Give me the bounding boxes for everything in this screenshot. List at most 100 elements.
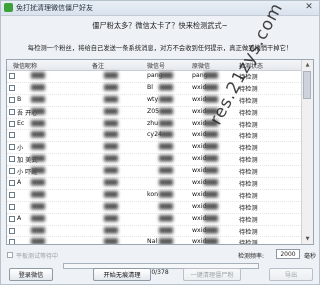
blurred-text: ▇▇▇ [204, 179, 219, 187]
table-row[interactable]: ▇▇▇ ▇▇▇ ▇▇▇ wxid ▇▇▇ 待检测 [7, 202, 303, 214]
row-checkbox[interactable] [9, 191, 15, 198]
row-checkbox[interactable] [9, 120, 15, 127]
blurred-text: ▇▇▇ [104, 131, 119, 139]
row-checkbox[interactable] [9, 108, 15, 115]
blurred-text: ▇▇▇ [104, 190, 119, 198]
frequency-label: 检测频率: [238, 253, 265, 260]
blurred-text: ▇▇▇ [159, 72, 174, 79]
row-checkbox[interactable] [9, 168, 15, 175]
cell-wxid: wty [147, 95, 159, 103]
blurred-text: ▇▇▇ [31, 72, 46, 79]
cell-nick: A [17, 214, 22, 222]
export-button[interactable]: 导出 [269, 268, 313, 281]
table-row[interactable]: 小 吓醒 ▇▇▇ ▇▇▇ ▇▇▇ wxid ▇▇▇ 待检测 [7, 166, 303, 179]
blurred-text: ▇▇▇ [104, 179, 119, 187]
table-row[interactable]: 小 ▇▇▇ ▇▇▇ ▇▇▇ wxid ▇▇▇ 待检测 [7, 142, 303, 155]
status-row: 平板测试等待中 检测频率: 2000 毫秒 [6, 249, 316, 261]
blurred-text: ▇▇▇ [31, 226, 46, 234]
row-checkbox[interactable] [9, 73, 15, 79]
row-checkbox[interactable] [9, 180, 15, 187]
table-row[interactable]: A ▇▇▇ ▇▇▇ ▇▇▇ wxid ▇▇▇ 待检测 [7, 214, 303, 226]
vertical-scrollbar[interactable]: ▲ ▼ [301, 60, 313, 244]
blurred-text: ▇▇▇ [204, 131, 219, 139]
scroll-down-icon[interactable]: ▼ [302, 234, 313, 244]
table-row[interactable]: ▇▇▇ ▇▇▇ ▇▇▇ wxid ▇▇▇ 待检测 [7, 226, 303, 238]
blurred-text: ▇▇▇ [104, 72, 119, 79]
delete-all-button[interactable]: 一键清理僵尸粉 [183, 268, 241, 281]
blurred-text: ▇▇▇ [31, 107, 46, 115]
table-row[interactable]: 吾 开心 ▇▇▇ ▇▇▇ Z05 ▇▇▇ wxid ▇▇▇ 待检测 [7, 107, 303, 119]
column-header-original-id[interactable]: 原微信 [192, 61, 210, 70]
blurred-text: ▇▇▇ [159, 190, 174, 198]
blurred-text: ▇▇▇ [104, 143, 119, 151]
blurred-text: ▇▇▇ [159, 107, 174, 115]
table-row[interactable]: ▇▇▇ ▇▇▇ cy24 ▇▇▇ wxid ▇▇▇ 待检测 [7, 130, 303, 143]
row-checkbox[interactable] [9, 227, 15, 234]
blurred-text: ▇▇▇ [31, 119, 46, 127]
scroll-up-icon[interactable]: ▲ [302, 60, 313, 70]
cell-wxid: Nal [147, 238, 158, 245]
cell-status: 待检测 [239, 145, 258, 153]
blurred-text: ▇▇▇ [31, 155, 46, 163]
row-checkbox[interactable] [9, 215, 15, 222]
table-row[interactable]: Ec ▇▇▇ ▇▇▇ zhu ▇▇▇ wxid ▇▇▇ 待检测 [7, 119, 303, 131]
cell-wxid: Bl [147, 83, 153, 91]
blurred-text: ▇▇▇ [204, 226, 219, 234]
table-row[interactable]: B ▇▇▇ ▇▇▇ wty ▇▇▇ wxid ▇▇▇ 待检测 [7, 95, 303, 107]
blurred-text: ▇▇▇ [159, 143, 174, 151]
login-button[interactable]: 登录微信 [9, 268, 53, 281]
cell-status: 待检测 [239, 121, 258, 129]
row-checkbox[interactable] [9, 203, 15, 210]
blurred-text: ▇▇▇ [31, 214, 46, 222]
blurred-text: ▇▇▇ [31, 83, 46, 91]
blurred-text: ▇▇▇ [104, 83, 119, 91]
blurred-text: ▇▇▇ [204, 238, 219, 245]
blurred-text: ▇▇▇ [104, 167, 119, 175]
table-row[interactable]: ▇▇▇ ▇▇▇ pang ▇▇▇ pang ▇▇▇ 待检测 [7, 71, 303, 83]
close-icon[interactable]: ✕ [303, 2, 315, 13]
start-clean-button[interactable]: 开始无痕清理 [93, 268, 151, 281]
table-row[interactable]: ▇▇▇ ▇▇▇ Bl ▇▇▇ wxid ▇▇▇ 待检测 [7, 83, 303, 95]
blurred-text: ▇▇▇ [31, 131, 46, 139]
table-row[interactable]: A ▇▇▇ ▇▇▇ ▇▇▇ wxid ▇▇▇ 待检测 [7, 178, 303, 190]
frequency-input[interactable]: 2000 [276, 249, 300, 259]
row-checkbox[interactable] [9, 239, 15, 244]
row-checkbox[interactable] [9, 84, 15, 91]
row-checkbox[interactable] [9, 96, 15, 103]
cell-status: 待检测 [239, 204, 258, 212]
blurred-text: ▇▇▇ [204, 155, 219, 163]
table-body: ▇▇▇ ▇▇▇ pang ▇▇▇ pang ▇▇▇ 待检测 ▇▇▇ ▇▇▇ Bl ▇▇▇ wxid ▇▇… [7, 71, 303, 245]
cell-status: 待检测 [239, 228, 258, 236]
cell-status: 待检测 [239, 109, 258, 117]
cell-nick: B [17, 95, 22, 103]
column-header-wechat-id[interactable]: 微信号 [147, 61, 165, 70]
blurred-text: ▇▇▇ [104, 107, 119, 115]
blurred-text: ▇▇▇ [204, 202, 219, 210]
cell-nick: 小 [17, 145, 24, 153]
row-checkbox[interactable] [9, 144, 15, 151]
blurred-text: ▇▇▇ [31, 202, 46, 210]
blurred-text: ▇▇▇ [159, 179, 174, 187]
cell-status: 待检测 [239, 157, 258, 165]
blurred-text: ▇▇▇ [159, 167, 174, 175]
table-row[interactable]: 加 美式 ▇▇▇ ▇▇▇ ▇▇▇ wxid ▇▇▇ 待检测 [7, 154, 303, 167]
cell-nick: Ec [17, 119, 25, 127]
cell-status: 待检测 [239, 192, 258, 200]
blurred-text: ▇▇▇ [159, 83, 174, 91]
blurred-text: ▇▇▇ [159, 202, 174, 210]
table-row[interactable]: ▇▇▇ ▇▇▇ Nal ▇▇▇ wxid ▇▇▇ 待检测 [7, 237, 303, 245]
cell-wxid: Z05 [147, 107, 160, 115]
status-checkbox[interactable] [7, 252, 13, 258]
scrollbar-thumb[interactable] [303, 71, 311, 99]
blurred-text: ▇▇▇ [31, 95, 46, 103]
column-header-nickname[interactable]: 微信昵称 [13, 61, 37, 70]
app-icon [4, 3, 13, 12]
blurred-text: ▇▇▇ [104, 214, 119, 222]
row-checkbox[interactable] [9, 156, 15, 163]
subline: 每检测一个粉丝，将给自己发送一条系统消息，对方不会收到任何提示，真正做到悄悄干掉… [27, 45, 293, 52]
blurred-text: ▇▇▇ [104, 238, 119, 245]
blurred-text: ▇▇▇ [159, 119, 174, 127]
table-row[interactable]: ▇▇▇ ▇▇▇ kon ▇▇▇ wxid ▇▇▇ 待检测 [7, 190, 303, 202]
row-checkbox[interactable] [9, 132, 15, 139]
column-header-remark[interactable]: 备注 [92, 61, 104, 70]
